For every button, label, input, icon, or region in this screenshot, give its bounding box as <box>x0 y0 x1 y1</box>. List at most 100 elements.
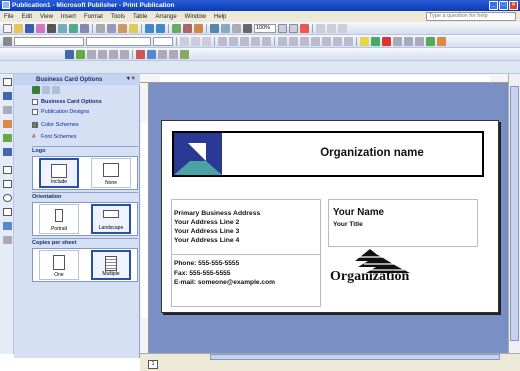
decrease-font-size-icon[interactable] <box>333 36 342 46</box>
page-navigation-icon[interactable] <box>316 23 325 33</box>
horizontal-scrollbar[interactable] <box>210 354 500 360</box>
copies-one-option[interactable]: One <box>39 250 79 280</box>
clip-art-tool-icon[interactable] <box>3 148 12 156</box>
picture-tool-icon[interactable] <box>3 134 12 142</box>
align-left-icon[interactable] <box>218 36 227 46</box>
align-right-icon[interactable] <box>240 36 249 46</box>
fill-color-icon[interactable] <box>360 36 369 46</box>
menu-window[interactable]: Window <box>185 14 206 20</box>
design-gallery-icon[interactable] <box>180 49 189 59</box>
shadow-style-icon[interactable] <box>426 36 435 46</box>
table-tool-icon[interactable] <box>3 106 12 114</box>
forward-arrow-icon[interactable] <box>42 86 50 94</box>
oval-tool-icon[interactable] <box>3 194 12 202</box>
copies-multiple-option[interactable]: Multiple <box>91 250 131 280</box>
scroll-thumb[interactable] <box>510 86 519 341</box>
dash-style-icon[interactable] <box>404 36 413 46</box>
hotspot-icon[interactable] <box>120 49 129 59</box>
underline-icon[interactable] <box>202 36 211 46</box>
new-icon[interactable] <box>3 23 12 33</box>
menu-file[interactable]: File <box>4 14 14 20</box>
contact-block[interactable]: Phone: 555-555-5555 Fax: 555-555-5555 E-… <box>174 259 275 288</box>
print-icon[interactable] <box>47 23 56 33</box>
table-icon[interactable] <box>232 23 241 33</box>
send-backward-icon[interactable] <box>183 23 192 33</box>
font-size-select[interactable] <box>153 36 173 46</box>
page-navigation-icon[interactable] <box>327 23 336 33</box>
distribute-icon[interactable] <box>262 36 271 46</box>
bullets-icon[interactable] <box>300 36 309 46</box>
insert-hyperlink-icon[interactable] <box>210 23 219 33</box>
rectangle-tool-icon[interactable] <box>3 208 12 216</box>
table-frame-icon[interactable] <box>109 49 118 59</box>
line-tool-icon[interactable] <box>3 166 12 174</box>
help-icon[interactable] <box>300 23 309 33</box>
bold-icon[interactable] <box>180 36 189 46</box>
back-arrow-icon[interactable] <box>32 86 40 94</box>
oval-icon[interactable] <box>158 49 167 59</box>
line-color-icon[interactable] <box>371 36 380 46</box>
save-icon[interactable] <box>25 23 34 33</box>
numbering-icon[interactable] <box>289 36 298 46</box>
line-spacing-icon[interactable] <box>278 36 287 46</box>
paste-icon[interactable] <box>118 23 127 33</box>
person-name[interactable]: Your Name <box>333 207 384 218</box>
vertical-scrollbar[interactable] <box>508 74 520 353</box>
orientation-portrait-option[interactable]: Portrait <box>39 204 79 234</box>
clip-art-icon[interactable] <box>76 49 85 59</box>
bring-forward-icon[interactable] <box>172 23 181 33</box>
hotspot-tool-icon[interactable] <box>3 236 12 244</box>
minimize-button[interactable]: _ <box>489 1 498 10</box>
close-button[interactable]: × <box>509 1 518 10</box>
3d-style-icon[interactable] <box>437 36 446 46</box>
zoom-in-icon[interactable] <box>289 23 298 33</box>
person-title[interactable]: Your Title <box>333 221 363 228</box>
menu-view[interactable]: View <box>40 14 53 20</box>
arrow-tool-icon[interactable] <box>3 180 12 188</box>
cut-icon[interactable] <box>96 23 105 33</box>
menu-arrange[interactable]: Arrange <box>155 14 176 20</box>
justify-icon[interactable] <box>251 36 260 46</box>
logo-org-text[interactable]: Organization <box>330 269 409 285</box>
wordart-icon[interactable] <box>87 49 96 59</box>
menu-format[interactable]: Format <box>84 14 103 20</box>
increase-indent-icon[interactable] <box>322 36 331 46</box>
menu-table[interactable]: Table <box>133 14 147 20</box>
text-box-tool-icon[interactable] <box>3 92 12 100</box>
rectangle-icon[interactable] <box>147 49 156 59</box>
columns-icon[interactable] <box>221 23 230 33</box>
select-objects-icon[interactable] <box>3 78 12 86</box>
print-preview-icon[interactable] <box>58 23 67 33</box>
page-navigation-icon[interactable] <box>338 23 347 33</box>
copy-icon[interactable] <box>107 23 116 33</box>
vertical-ruler[interactable] <box>140 83 149 353</box>
text-box-icon[interactable] <box>98 49 107 59</box>
format-painter-icon[interactable] <box>129 23 138 33</box>
font-select[interactable] <box>86 36 151 46</box>
line-style-icon[interactable] <box>393 36 402 46</box>
increase-font-size-icon[interactable] <box>344 36 353 46</box>
show-formatting-icon[interactable] <box>243 23 252 33</box>
logo-include-option[interactable]: Include <box>39 158 79 188</box>
menu-insert[interactable]: Insert <box>61 14 76 20</box>
tp-link-business-card-options[interactable]: Business Card Options <box>32 99 102 105</box>
menu-tools[interactable]: Tools <box>111 14 125 20</box>
business-card[interactable]: Organization name Primary Business Addre… <box>161 120 499 313</box>
tp-link-publication-designs[interactable]: Publication Designs <box>32 109 89 115</box>
styles-icon[interactable] <box>3 36 12 46</box>
maximize-button[interactable]: □ <box>499 1 508 10</box>
tp-link-font-schemes[interactable]: A Font Schemes <box>32 134 76 140</box>
address-block[interactable]: Primary Business Address Your Address Li… <box>174 209 260 245</box>
page-navigator-button[interactable]: 1 <box>148 360 158 369</box>
font-color-icon[interactable] <box>382 36 391 46</box>
zoom-out-icon[interactable] <box>278 23 287 33</box>
align-center-icon[interactable] <box>229 36 238 46</box>
rotate-icon[interactable] <box>194 23 203 33</box>
italic-icon[interactable] <box>191 36 200 46</box>
help-question-box[interactable]: Type a question for help <box>426 12 516 21</box>
undo-icon[interactable] <box>145 23 154 33</box>
home-icon[interactable] <box>52 86 60 94</box>
task-pane-controls[interactable]: ▾ × <box>127 75 135 82</box>
autoshapes-icon[interactable] <box>169 49 178 59</box>
menu-help[interactable]: Help <box>214 14 226 20</box>
